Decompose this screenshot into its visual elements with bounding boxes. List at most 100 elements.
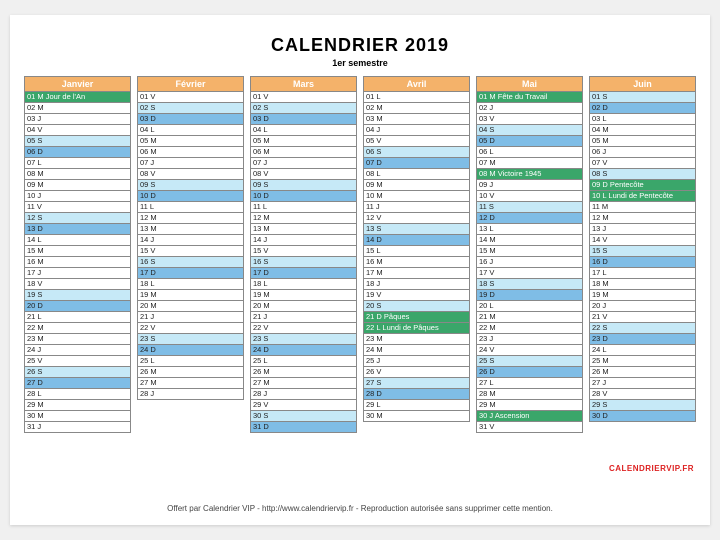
- day-cell: 31 J: [24, 422, 131, 433]
- day-cell: 15 M: [24, 246, 131, 257]
- day-cell: 28 J: [250, 389, 357, 400]
- page-title: CALENDRIER 2019: [24, 35, 696, 56]
- day-cell: 08 L: [363, 169, 470, 180]
- day-cell: 16 M: [363, 257, 470, 268]
- day-cell: 10 D: [250, 191, 357, 202]
- day-cell: 08 M Victoire 1945: [476, 169, 583, 180]
- day-cell: 30 D: [589, 411, 696, 422]
- day-cell: 30 M: [363, 411, 470, 422]
- day-cell: 07 D: [363, 158, 470, 169]
- day-cell: 26 S: [24, 367, 131, 378]
- day-cell: 09 S: [137, 180, 244, 191]
- day-cell: 04 V: [24, 125, 131, 136]
- day-cell: 06 S: [363, 147, 470, 158]
- month-header: Mars: [250, 76, 357, 92]
- day-cell: 15 V: [250, 246, 357, 257]
- day-cell: 22 V: [137, 323, 244, 334]
- day-cell: 02 S: [250, 103, 357, 114]
- day-cell: 04 M: [589, 125, 696, 136]
- day-cell: 25 S: [476, 356, 583, 367]
- day-cell: 27 J: [589, 378, 696, 389]
- day-cell: 24 M: [363, 345, 470, 356]
- day-cell: 19 D: [476, 290, 583, 301]
- month-column: Juin01 S02 D03 L04 M05 M06 J07 V08 S09 D…: [589, 76, 696, 433]
- day-cell: 12 V: [363, 213, 470, 224]
- day-cell: 17 D: [137, 268, 244, 279]
- day-cell: 06 J: [589, 147, 696, 158]
- day-cell: 21 L: [24, 312, 131, 323]
- day-cell: 18 S: [476, 279, 583, 290]
- day-cell: 16 D: [589, 257, 696, 268]
- day-cell: 19 M: [250, 290, 357, 301]
- day-cell: 05 S: [24, 136, 131, 147]
- day-cell: 23 S: [250, 334, 357, 345]
- day-cell: 01 M Fête du Travail: [476, 92, 583, 103]
- day-cell: 02 M: [363, 103, 470, 114]
- day-cell: 16 S: [250, 257, 357, 268]
- day-cell: 19 V: [363, 290, 470, 301]
- month-column: Mai01 M Fête du Travail02 J03 V04 S05 D0…: [476, 76, 583, 433]
- day-cell: 27 L: [476, 378, 583, 389]
- month-column: Avril01 L02 M03 M04 J05 V06 S07 D08 L09 …: [363, 76, 470, 433]
- day-cell: 28 J: [137, 389, 244, 400]
- day-cell: 24 D: [250, 345, 357, 356]
- day-cell: 20 S: [363, 301, 470, 312]
- day-cell: 23 J: [476, 334, 583, 345]
- day-cell: 12 M: [137, 213, 244, 224]
- day-cell: 10 J: [24, 191, 131, 202]
- day-cell: 25 M: [589, 356, 696, 367]
- day-cell: 03 J: [24, 114, 131, 125]
- day-cell: 01 M Jour de l'An: [24, 92, 131, 103]
- day-cell: 25 J: [363, 356, 470, 367]
- day-cell: 21 J: [137, 312, 244, 323]
- day-cell: 05 V: [363, 136, 470, 147]
- day-cell: 02 J: [476, 103, 583, 114]
- day-cell: 01 S: [589, 92, 696, 103]
- day-cell: 29 S: [589, 400, 696, 411]
- footer-text: Offert par Calendrier VIP - http://www.c…: [10, 504, 710, 513]
- day-cell: 21 J: [250, 312, 357, 323]
- day-cell: 18 M: [589, 279, 696, 290]
- day-cell: 14 L: [24, 235, 131, 246]
- day-cell: 22 S: [589, 323, 696, 334]
- day-cell: 14 M: [476, 235, 583, 246]
- day-cell: 04 L: [137, 125, 244, 136]
- day-cell: 29 M: [476, 400, 583, 411]
- day-cell: 24 V: [476, 345, 583, 356]
- day-cell: 19 S: [24, 290, 131, 301]
- day-cell: 15 V: [137, 246, 244, 257]
- day-cell: 30 J Ascension: [476, 411, 583, 422]
- calendar-page: CALENDRIER 2019 1er semestre Janvier01 M…: [10, 15, 710, 525]
- day-cell: 25 L: [137, 356, 244, 367]
- day-cell: 13 S: [363, 224, 470, 235]
- day-cell: 24 J: [24, 345, 131, 356]
- day-cell: 19 M: [137, 290, 244, 301]
- day-cell: 11 M: [589, 202, 696, 213]
- day-cell: 23 D: [589, 334, 696, 345]
- day-cell: 13 D: [24, 224, 131, 235]
- day-cell: 15 M: [476, 246, 583, 257]
- day-cell: 01 V: [250, 92, 357, 103]
- day-cell: 07 V: [589, 158, 696, 169]
- day-cell: 07 J: [250, 158, 357, 169]
- day-cell: 17 J: [24, 268, 131, 279]
- day-cell: 16 S: [137, 257, 244, 268]
- day-cell: 07 L: [24, 158, 131, 169]
- day-cell: 13 M: [137, 224, 244, 235]
- day-cell: 23 S: [137, 334, 244, 345]
- day-cell: 29 L: [363, 400, 470, 411]
- day-cell: 20 D: [24, 301, 131, 312]
- day-cell: 01 V: [137, 92, 244, 103]
- day-cell: 09 M: [24, 180, 131, 191]
- day-cell: 10 M: [363, 191, 470, 202]
- day-cell: 20 J: [589, 301, 696, 312]
- day-cell: 14 V: [589, 235, 696, 246]
- day-cell: 31 V: [476, 422, 583, 433]
- day-cell: 31 D: [250, 422, 357, 433]
- day-cell: 10 L Lundi de Pentecôte: [589, 191, 696, 202]
- month-column: Janvier01 M Jour de l'An02 M03 J04 V05 S…: [24, 76, 131, 433]
- day-cell: 08 M: [24, 169, 131, 180]
- month-column: Mars01 V02 S03 D04 L05 M06 M07 J08 V09 S…: [250, 76, 357, 433]
- day-cell: 15 S: [589, 246, 696, 257]
- month-column: Février01 V02 S03 D04 L05 M06 M07 J08 V0…: [137, 76, 244, 433]
